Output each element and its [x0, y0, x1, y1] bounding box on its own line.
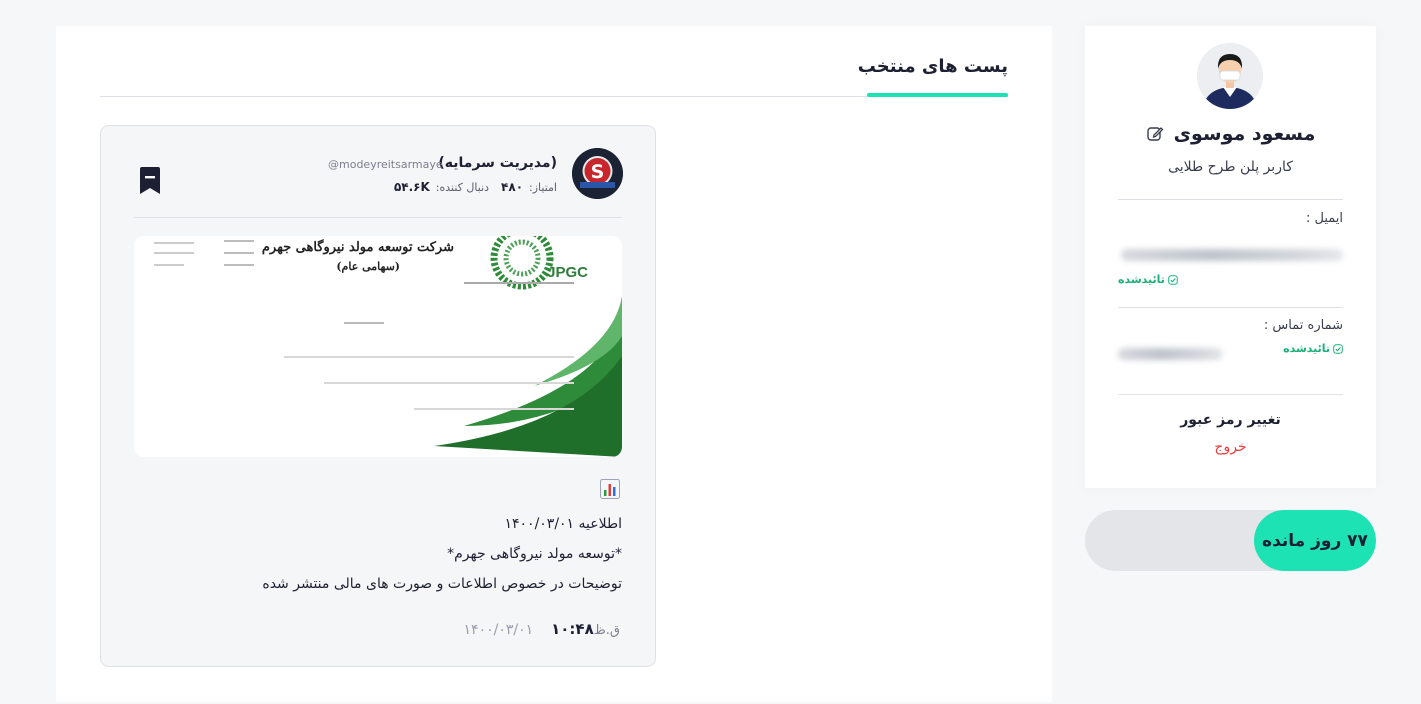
phone-label: شماره تماس :	[1263, 318, 1343, 333]
doc-logo-text: JPGC	[547, 264, 588, 281]
profile-card: مسعود موسوی کاربر پلن طرح طلایی ایمیل : …	[1085, 26, 1376, 488]
followers-label: دنبال کننده:	[435, 181, 490, 194]
post-text-line: اطلاعیه ۱۴۰۰/۰۳/۰۱	[504, 516, 622, 532]
score-label: امتیاز:	[529, 181, 557, 194]
email-status: تائیدشده	[1118, 273, 1165, 286]
divider	[1118, 394, 1343, 395]
post-time-value: ۱۰:۴۸	[551, 620, 594, 638]
days-remaining-fill: ۷۷ روز مانده	[1254, 510, 1376, 571]
edit-icon[interactable]	[1146, 125, 1164, 143]
featured-posts-panel: پست های منتخب S (مدیریت سرمایه) @modeyre…	[56, 26, 1052, 702]
days-remaining-text: ۷۷ روز مانده	[1262, 530, 1368, 551]
user-name-row: مسعود موسوی	[1085, 119, 1376, 149]
post-text: اطلاعیه ۱۴۰۰/۰۳/۰۱ *توسعه مولد نیروگاهی …	[162, 509, 622, 599]
verified-check-icon	[1333, 343, 1343, 354]
author-name[interactable]: (مدیریت سرمایه)	[438, 155, 557, 171]
post-time: ق.ظ۱۰:۴۸	[551, 620, 622, 638]
bookmark-icon[interactable]	[138, 166, 162, 196]
author-handle: @modeyreitsarmaye	[328, 158, 443, 171]
post-text-line: *توسعه مولد نیروگاهی جهرم*	[447, 546, 622, 562]
score-value: ۴۸۰	[501, 180, 524, 194]
svg-text:S: S	[591, 161, 605, 183]
change-password-link[interactable]: تغییر رمز عبور	[1085, 412, 1376, 428]
email-value-blurred	[1121, 249, 1343, 261]
phone-verified-badge: تائیدشده	[1283, 342, 1343, 355]
user-plan: کاربر پلن طرح طلایی	[1168, 159, 1293, 175]
email-label: ایمیل :	[1305, 211, 1343, 226]
phone-status: تائیدشده	[1283, 342, 1330, 355]
author-stats: امتیاز: ۴۸۰ دنبال کننده: ۵۴.۶K	[394, 180, 557, 194]
logout-link[interactable]: خروج	[1085, 439, 1376, 455]
followers-stat: دنبال کننده: ۵۴.۶K	[394, 180, 489, 194]
subscription-days-bar: ۷۷ روز مانده	[1085, 510, 1376, 571]
email-verified-badge: تائیدشده	[1118, 273, 1178, 286]
post-time-suffix: ق.ظ	[593, 623, 620, 638]
post-date: ۱۴۰۰/۰۳/۰۱	[463, 622, 534, 638]
followers-value: ۵۴.۶K	[393, 180, 430, 194]
section-title: پست های منتخب	[857, 56, 1008, 77]
card-divider	[134, 217, 622, 218]
bar-chart-emoji-icon	[600, 479, 620, 499]
phone-value-blurred	[1118, 348, 1223, 360]
verified-check-icon	[1168, 274, 1178, 285]
divider	[1118, 307, 1343, 308]
doc-company-name: شرکت توسعه مولد نیروگاهی جهرم	[261, 240, 454, 255]
divider	[1118, 199, 1343, 200]
doc-company-sub: (سهامی عام)	[336, 260, 400, 273]
post-meta: ق.ظ۱۰:۴۸ ۱۴۰۰/۰۳/۰۱	[464, 620, 622, 638]
post-text-line: توضیحات در خصوص اطلاعات و صورت های مالی …	[262, 576, 622, 592]
author-avatar[interactable]: S	[572, 148, 623, 199]
user-avatar[interactable]	[1197, 43, 1263, 109]
post-card[interactable]: S (مدیریت سرمایه) @modeyreitsarmaye امتی…	[100, 125, 656, 667]
user-name: مسعود موسوی	[1173, 123, 1316, 145]
title-active-underline	[867, 93, 1008, 97]
post-image[interactable]: شرکت توسعه مولد نیروگاهی جهرم (سهامی عام…	[134, 236, 622, 457]
score-stat: امتیاز: ۴۸۰	[501, 180, 557, 194]
